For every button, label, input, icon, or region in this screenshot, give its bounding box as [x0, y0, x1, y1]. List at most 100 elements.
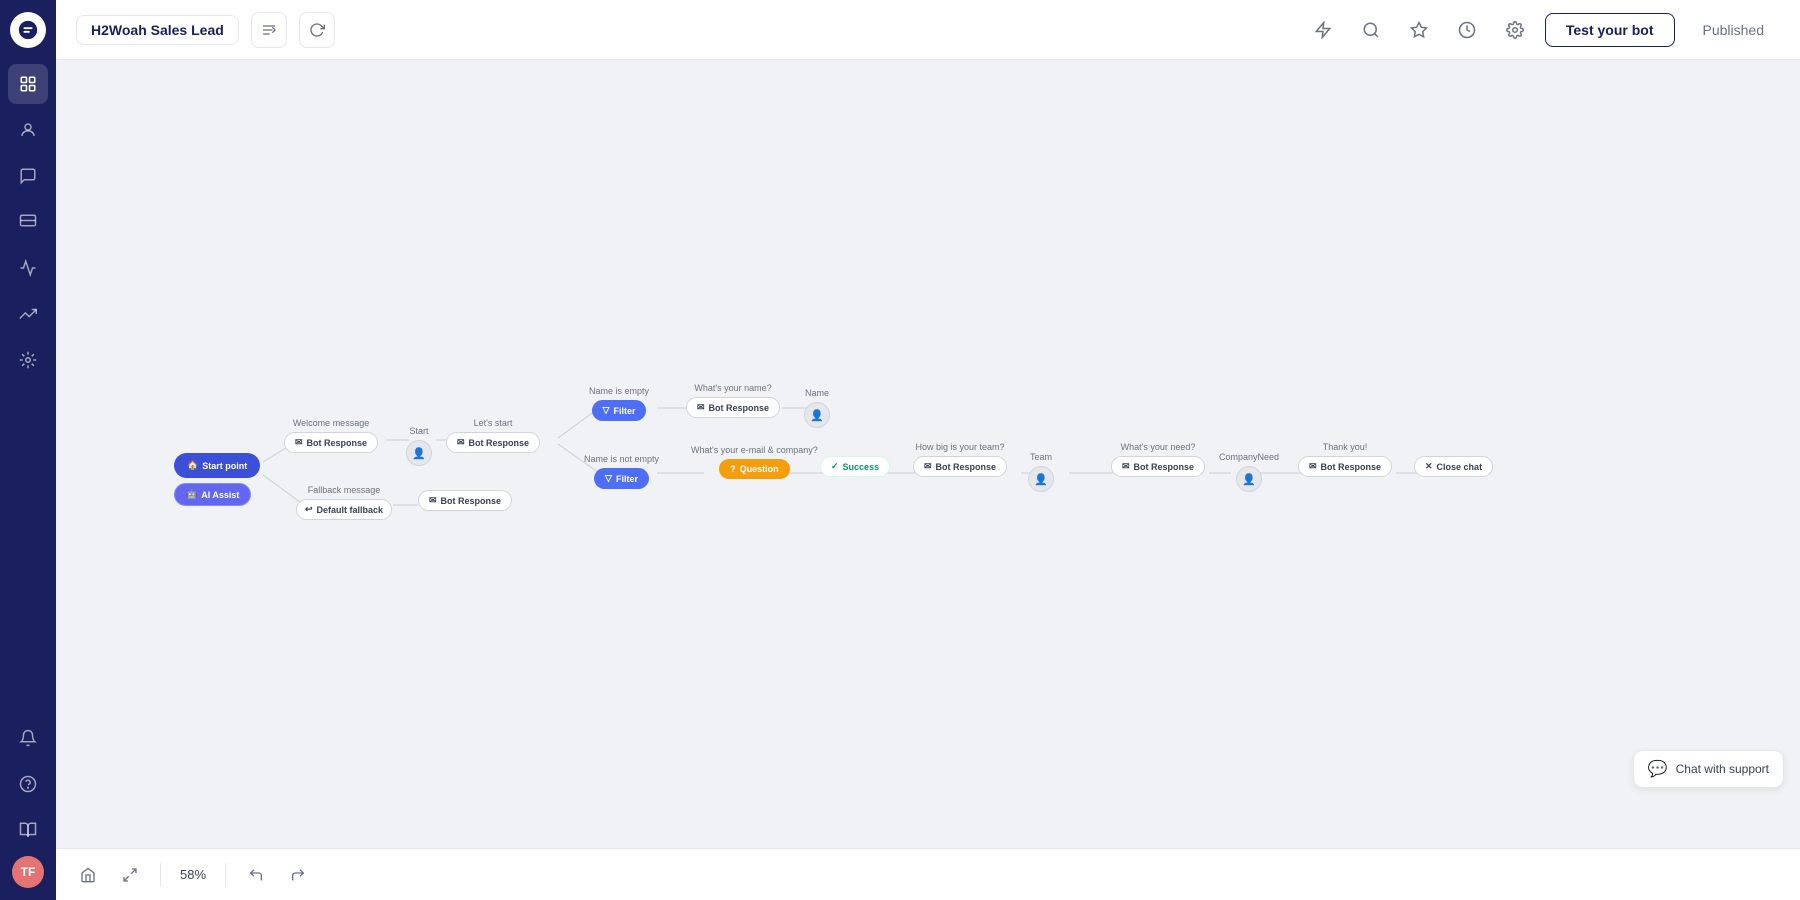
start-point-chip[interactable]: 🏠 Start point [174, 453, 260, 478]
company-need-label: CompanyNeed [1219, 452, 1279, 462]
sidebar-item-notifications[interactable] [8, 718, 48, 758]
send-icon-3: ✉ [429, 495, 437, 506]
filter-name-not-empty-node[interactable]: Name is not empty ▽ Filter [584, 454, 659, 489]
lets-start-node[interactable]: Let's start ✉ Bot Response [446, 418, 540, 453]
filter-name-empty-node[interactable]: Name is empty ▽ Filter [589, 386, 649, 421]
settings-icon[interactable] [1497, 12, 1533, 48]
test-bot-button[interactable]: Test your bot [1545, 13, 1675, 47]
header-actions: Test your bot Published [1305, 12, 1780, 48]
success-node[interactable]: ✓ Success [820, 456, 890, 477]
sidebar: TF [0, 0, 56, 900]
whats-your-name-node[interactable]: What's your name? ✉ Bot Response [686, 383, 780, 418]
fallback-bot-response-node[interactable]: ✉ Bot Response [418, 490, 512, 511]
close-chat-node[interactable]: ✕ Close chat [1414, 456, 1493, 477]
arrange-button[interactable] [251, 12, 287, 48]
fallback-bot-response-chip[interactable]: ✉ Bot Response [418, 490, 512, 511]
filter-icon-1: ▽ [603, 405, 610, 416]
bottom-toolbar: 58% [56, 848, 1800, 900]
sidebar-item-inbox[interactable] [8, 202, 48, 242]
send-icon-2: ✉ [457, 437, 465, 448]
send-icon-1: ✉ [295, 437, 303, 448]
sidebar-item-contacts[interactable] [8, 110, 48, 150]
sidebar-item-help[interactable] [8, 764, 48, 804]
name-circle-chip[interactable]: 👤 [804, 402, 830, 428]
success-chip[interactable]: ✓ Success [820, 456, 890, 477]
whats-need-chip[interactable]: ✉ Bot Response [1111, 456, 1205, 477]
name-circle-label: Name [805, 388, 829, 398]
toolbar-divider-2 [225, 863, 226, 887]
thank-you-chip[interactable]: ✉ Bot Response [1298, 456, 1392, 477]
reset-button[interactable] [299, 12, 335, 48]
question-icon: ? [730, 464, 736, 474]
app-logo[interactable] [10, 12, 46, 48]
chat-support-icon: 💬 [1648, 759, 1668, 779]
team-circle-label: Team [1030, 452, 1052, 462]
chat-support-widget[interactable]: 💬 Chat with support [1633, 750, 1784, 788]
redo-button[interactable] [282, 859, 314, 891]
welcome-message-node[interactable]: Welcome message ✉ Bot Response [284, 418, 378, 453]
default-fallback-node[interactable]: Fallback message ↩ Default fallback [296, 485, 392, 520]
whats-need-label: What's your need? [1121, 442, 1196, 452]
home-icon: 🏠 [187, 460, 198, 471]
company-need-circle-chip[interactable]: 👤 [1236, 466, 1262, 492]
filter-name-empty-chip[interactable]: ▽ Filter [592, 400, 647, 421]
history-icon[interactable] [1449, 12, 1485, 48]
send-icon-5: ✉ [924, 461, 932, 472]
whats-your-name-chip[interactable]: ✉ Bot Response [686, 397, 780, 418]
fallback-icon: ↩ [305, 504, 313, 515]
flow-canvas[interactable]: 🏠 Start point 🤖 AI Assist Welcome messag… [56, 60, 1800, 848]
main-area: H2Woah Sales Lead Test your bot [56, 0, 1800, 900]
header: H2Woah Sales Lead Test your bot [56, 0, 1800, 60]
start-point-node[interactable]: 🏠 Start point [174, 453, 260, 478]
ai-assist-chip[interactable]: 🤖 AI Assist [174, 483, 251, 506]
company-need-circle-node[interactable]: CompanyNeed 👤 [1219, 452, 1279, 492]
thank-you-node[interactable]: Thank you! ✉ Bot Response [1298, 442, 1392, 477]
toolbar-divider-1 [160, 863, 161, 887]
start-circle-chip[interactable]: 👤 [406, 440, 432, 466]
published-badge: Published [1687, 14, 1781, 46]
flow-title[interactable]: H2Woah Sales Lead [76, 15, 239, 45]
sidebar-item-conversations[interactable] [8, 156, 48, 196]
whats-need-node[interactable]: What's your need? ✉ Bot Response [1111, 442, 1205, 477]
welcome-label: Welcome message [293, 418, 369, 428]
sidebar-item-integrations[interactable] [8, 340, 48, 380]
search-icon[interactable] [1353, 12, 1389, 48]
filter-name-not-empty-label: Name is not empty [584, 454, 659, 464]
close-chat-chip[interactable]: ✕ Close chat [1414, 456, 1493, 477]
name-circle-node[interactable]: Name 👤 [804, 388, 830, 428]
team-circle-node[interactable]: Team 👤 [1028, 452, 1054, 492]
sidebar-item-dashboard[interactable] [8, 64, 48, 104]
ai-chip-icon: 🤖 [186, 489, 197, 500]
question-email-label: What's your e-mail & company? [691, 445, 818, 455]
filter-icon-2: ▽ [605, 473, 612, 484]
ai-icon[interactable] [1401, 12, 1437, 48]
question-email-chip[interactable]: ? Question [719, 459, 790, 479]
fit-button[interactable] [114, 859, 146, 891]
question-email-node[interactable]: What's your e-mail & company? ? Question [691, 445, 818, 479]
lets-start-chip[interactable]: ✉ Bot Response [446, 432, 540, 453]
sidebar-item-history[interactable] [8, 248, 48, 288]
chat-support-label: Chat with support [1676, 762, 1769, 776]
fallback-label: Fallback message [308, 485, 381, 495]
how-big-label: How big is your team? [916, 442, 1005, 452]
team-circle-chip[interactable]: 👤 [1028, 466, 1054, 492]
sidebar-item-analytics[interactable] [8, 294, 48, 334]
how-big-chip[interactable]: ✉ Bot Response [913, 456, 1007, 477]
undo-button[interactable] [240, 859, 272, 891]
thank-you-label: Thank you! [1323, 442, 1368, 452]
lightning-icon[interactable] [1305, 12, 1341, 48]
send-icon-6: ✉ [1122, 461, 1130, 472]
start-circle-node[interactable]: Start 👤 [406, 426, 432, 466]
sidebar-item-learn[interactable] [8, 810, 48, 850]
default-fallback-chip[interactable]: ↩ Default fallback [296, 499, 392, 520]
welcome-bot-response-chip[interactable]: ✉ Bot Response [284, 432, 378, 453]
send-icon-4: ✉ [697, 402, 705, 413]
start-circle-label: Start [409, 426, 428, 436]
how-big-node[interactable]: How big is your team? ✉ Bot Response [913, 442, 1007, 477]
zoom-level: 58% [175, 867, 211, 882]
check-icon: ✓ [831, 461, 839, 472]
home-button[interactable] [72, 859, 104, 891]
ai-assist-node[interactable]: 🤖 AI Assist [174, 483, 251, 506]
user-avatar[interactable]: TF [12, 856, 44, 888]
filter-name-not-empty-chip[interactable]: ▽ Filter [594, 468, 649, 489]
